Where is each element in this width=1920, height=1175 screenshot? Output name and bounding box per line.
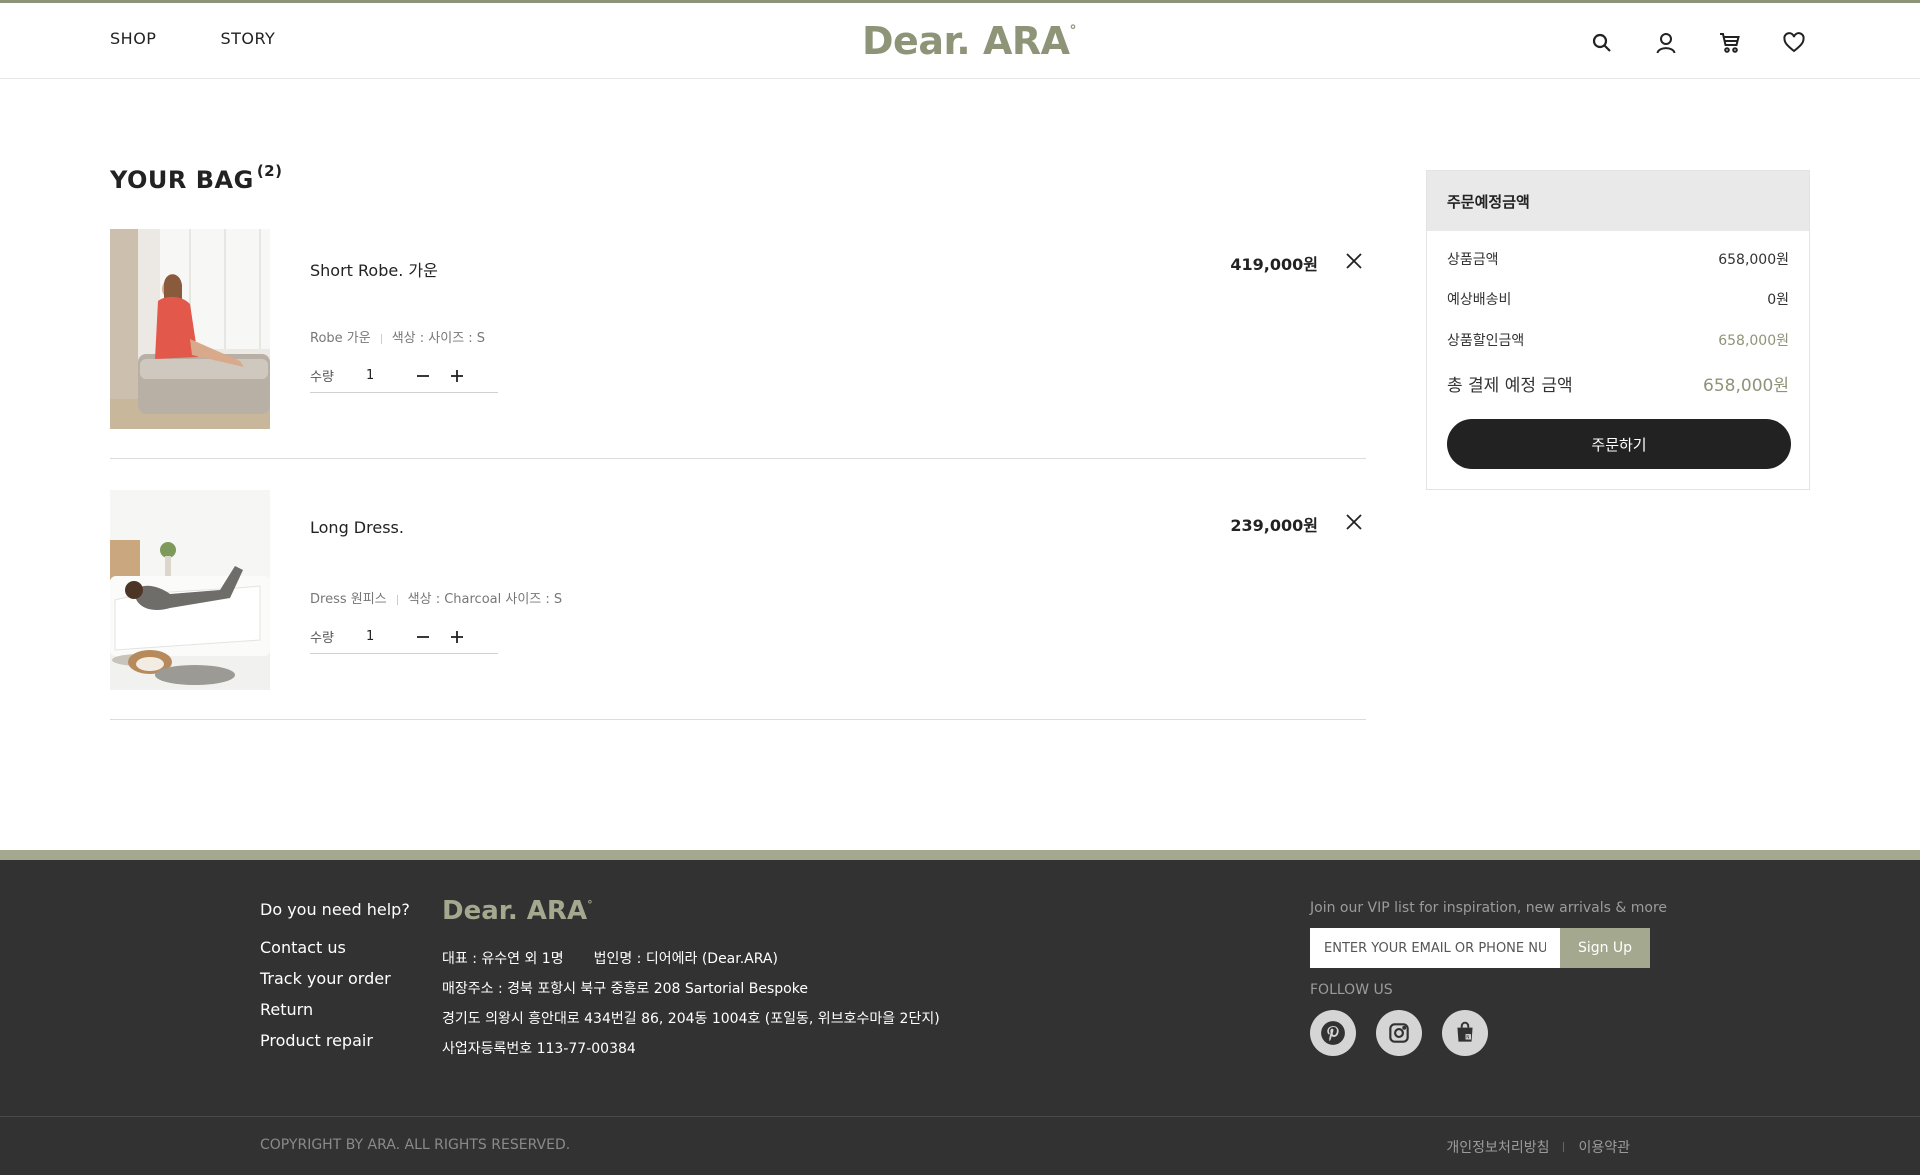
signup-button[interactable]: Sign Up xyxy=(1560,928,1650,968)
social-links: N xyxy=(1310,1010,1488,1056)
close-icon xyxy=(1346,514,1362,530)
qty-label: 수량 xyxy=(310,631,334,646)
company-info: 대표 : 유수연 외 1명 법인명 : 디어에라 (Dear.ARA) 매장주소 … xyxy=(442,948,940,1058)
nav-story[interactable]: STORY xyxy=(220,29,275,48)
email-input[interactable] xyxy=(1310,928,1560,968)
help-links: Contact us Track your order Return Produ… xyxy=(260,938,391,1050)
help-link-contact[interactable]: Contact us xyxy=(260,938,391,957)
item-category: Dress 원피스 xyxy=(310,592,387,607)
product-image-robe[interactable] xyxy=(110,229,270,429)
company-biz-no: 사업자등록번호 113-77-00384 xyxy=(442,1041,636,1057)
qty-increase-button[interactable] xyxy=(440,625,474,649)
divider xyxy=(1563,1142,1565,1152)
summary-row-shipping: 예상배송비 0원 xyxy=(1447,292,1789,308)
item-name[interactable]: Long Dress. xyxy=(310,518,404,537)
bag-title: YOUR BAG (2) xyxy=(110,162,283,194)
user-icon[interactable] xyxy=(1652,29,1680,57)
item-option-values: 색상 : 사이즈 : S xyxy=(391,331,486,346)
item-price: 239,000원 xyxy=(1230,516,1318,535)
pinterest-icon[interactable] xyxy=(1310,1010,1356,1056)
heart-icon[interactable] xyxy=(1780,29,1808,57)
company-address: 경기도 의왕시 흥안대로 434번길 86, 204동 1004호 (포일동, … xyxy=(442,1011,940,1027)
company-corp: 법인명 : 디어에라 (Dear.ARA) xyxy=(593,951,778,967)
help-link-track-order[interactable]: Track your order xyxy=(260,969,391,988)
site-footer: Do you need help? Contact us Track your … xyxy=(0,860,1920,1175)
qty-label: 수량 xyxy=(310,370,334,385)
qty-value: 1 xyxy=(366,368,375,383)
minus-icon xyxy=(417,635,429,638)
plus-icon xyxy=(451,630,463,643)
remove-item-button[interactable] xyxy=(1342,249,1366,273)
privacy-policy-link[interactable]: 개인정보처리방침 xyxy=(1446,1137,1549,1157)
header-icons xyxy=(1588,29,1808,57)
bag-item: Long Dress. Dress 원피스 색상 : Charcoal 사이즈 :… xyxy=(110,490,1366,720)
item-options: Dress 원피스 색상 : Charcoal 사이즈 : S xyxy=(310,588,562,607)
help-link-return[interactable]: Return xyxy=(260,1000,391,1019)
item-option-values: 색상 : Charcoal 사이즈 : S xyxy=(407,592,563,607)
summary-row-total: 총 결제 예정 금액 658,000원 xyxy=(1447,376,1789,396)
nav-shop[interactable]: SHOP xyxy=(110,29,156,48)
search-icon[interactable] xyxy=(1588,29,1616,57)
plus-icon xyxy=(451,369,463,382)
item-price: 419,000원 xyxy=(1230,255,1318,274)
help-link-repair[interactable]: Product repair xyxy=(260,1031,391,1050)
footer-divider xyxy=(0,1116,1920,1117)
company-store-address: 매장주소 : 경북 포항시 북구 중흥로 208 Sartorial Bespo… xyxy=(442,981,808,997)
remove-item-button[interactable] xyxy=(1342,510,1366,534)
instagram-icon[interactable] xyxy=(1376,1010,1422,1056)
summary-title: 주문예정금액 xyxy=(1427,171,1809,231)
order-button[interactable]: 주문하기 xyxy=(1447,419,1791,469)
vip-title: Join our VIP list for inspiration, new a… xyxy=(1310,900,1667,916)
shopping-bag-icon[interactable]: N xyxy=(1442,1010,1488,1056)
svg-text:N: N xyxy=(1466,1035,1469,1041)
item-options: Robe 가운 색상 : 사이즈 : S xyxy=(310,327,485,346)
summary-row-subtotal: 상품금액 658,000원 xyxy=(1447,252,1789,268)
qty-increase-button[interactable] xyxy=(440,364,474,388)
copyright: COPYRIGHT BY ARA. ALL RIGHTS RESERVED. xyxy=(260,1137,571,1153)
main-nav: SHOP STORY xyxy=(110,29,275,48)
cart-icon[interactable] xyxy=(1716,29,1744,57)
qty-decrease-button[interactable] xyxy=(406,364,440,388)
qty-decrease-button[interactable] xyxy=(406,625,440,649)
summary-row-discount: 상품할인금액 658,000원 xyxy=(1447,333,1789,349)
qty-value: 1 xyxy=(366,629,375,644)
quantity-stepper: 수량 1 xyxy=(310,620,498,654)
help-title: Do you need help? xyxy=(260,900,410,919)
company-ceo: 대표 : 유수연 외 1명 xyxy=(442,951,564,967)
item-name[interactable]: Short Robe. 가운 xyxy=(310,257,438,281)
site-logo[interactable]: Dear. ARA° xyxy=(862,19,1076,63)
legal-links: 개인정보처리방침 이용약관 xyxy=(1446,1137,1630,1157)
bag-item: Short Robe. 가운 Robe 가운 색상 : 사이즈 : S 수량 1 … xyxy=(110,229,1366,459)
quantity-stepper: 수량 1 xyxy=(310,359,498,393)
bag-count: (2) xyxy=(256,162,283,180)
footer-accent-band xyxy=(0,850,1920,860)
divider xyxy=(380,333,382,344)
item-category: Robe 가운 xyxy=(310,331,371,346)
order-summary: 주문예정금액 상품금액 658,000원 예상배송비 0원 상품할인금액 658… xyxy=(1426,170,1810,490)
product-image-dress[interactable] xyxy=(110,490,270,690)
minus-icon xyxy=(417,374,429,377)
terms-link[interactable]: 이용약관 xyxy=(1578,1137,1630,1157)
footer-logo: Dear. ARA° xyxy=(442,896,593,926)
site-header: SHOP STORY Dear. ARA° xyxy=(0,3,1920,79)
close-icon xyxy=(1346,253,1362,269)
divider xyxy=(396,594,398,605)
follow-title: FOLLOW US xyxy=(1310,982,1393,998)
